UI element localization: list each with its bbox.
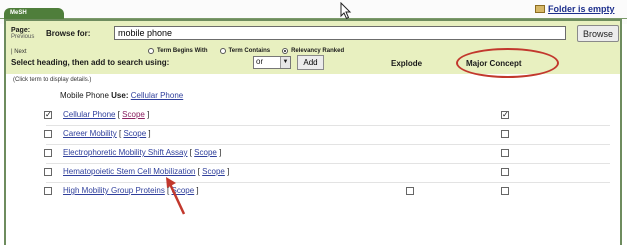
scope-link[interactable]: Scope (194, 148, 217, 157)
radio-term-contains[interactable]: Term Contains (219, 48, 270, 54)
row-divider (46, 163, 610, 164)
explode-column-header: Explode (391, 59, 423, 68)
use-term-link[interactable]: Cellular Phone (131, 91, 183, 100)
select-checkbox[interactable] (44, 130, 52, 138)
radio-button[interactable] (219, 48, 226, 54)
folder-icon (535, 5, 545, 13)
major-concept-checkbox[interactable] (501, 149, 509, 157)
row-divider (46, 125, 610, 126)
select-checkbox[interactable] (44, 187, 52, 195)
explode-checkbox[interactable] (406, 187, 414, 195)
select-checkbox[interactable]: ✓ (44, 111, 52, 119)
term-link[interactable]: Career Mobility (63, 129, 117, 138)
term-link[interactable]: Electrophoretic Mobility Shift Assay (63, 148, 188, 157)
mouse-cursor-icon (340, 2, 352, 20)
mesh-browse-panel: Page: Previous Browse for: Browse | Next… (4, 19, 622, 245)
list-item: Electrophoretic Mobility Shift Assay [ S… (6, 144, 620, 162)
list-item: ✓ Cellular Phone [ Scope ] ✓ (44, 110, 509, 119)
page-label: Page: Previous (11, 27, 35, 41)
major-concept-checkbox[interactable] (501, 187, 509, 195)
row-divider (46, 182, 610, 183)
select-heading-label: Select heading, then add to search using… (11, 58, 170, 67)
radio-button[interactable] (148, 48, 154, 54)
list-item: Career Mobility [ Scope ] (6, 125, 620, 143)
scope-link[interactable]: Scope (123, 129, 146, 138)
scope-link[interactable]: Scope (122, 110, 145, 119)
operator-select[interactable]: or ▼ (253, 56, 291, 69)
folder-status-link[interactable]: Folder is empty (548, 4, 615, 14)
next-link[interactable]: | Next (11, 49, 27, 55)
radio-relevancy-ranked[interactable]: Relevancy Ranked (282, 48, 344, 54)
select-checkbox[interactable] (44, 168, 52, 176)
radio-term-begins-with[interactable]: Term Begins With (148, 48, 208, 54)
term-link[interactable]: Cellular Phone (63, 110, 115, 119)
major-concept-checkbox[interactable] (501, 168, 509, 176)
search-mode-group: Term Begins With Term Contains Relevancy… (148, 48, 344, 54)
browse-button[interactable]: Browse (577, 25, 619, 42)
select-checkbox[interactable] (44, 149, 52, 157)
annotation-arrow-icon (166, 177, 186, 215)
previous-link[interactable]: Previous (11, 34, 34, 41)
browse-for-label: Browse for: (46, 29, 91, 38)
tab-mesh[interactable]: MeSH (4, 8, 64, 19)
radio-button[interactable] (282, 48, 289, 54)
folder-status[interactable]: Folder is empty (535, 4, 615, 14)
list-item: Hematopoietic Stem Cell Mobilization [ S… (6, 163, 620, 181)
browse-input[interactable] (114, 26, 566, 40)
highlight-ellipse (456, 48, 559, 78)
chevron-down-icon[interactable]: ▼ (280, 57, 290, 68)
major-concept-checkbox[interactable]: ✓ (501, 111, 509, 119)
row-divider (46, 144, 610, 145)
add-button[interactable]: Add (297, 55, 324, 70)
scope-link[interactable]: Scope (202, 167, 225, 176)
term-link[interactable]: Hematopoietic Stem Cell Mobilization (63, 167, 196, 176)
see-also-line: Mobile Phone Use: Cellular Phone (60, 91, 184, 100)
list-item: High Mobility Group Proteins [ Scope ] (6, 182, 620, 200)
click-help-text: (Click term to display details.) (13, 77, 92, 83)
major-concept-checkbox[interactable] (501, 130, 509, 138)
term-link[interactable]: High Mobility Group Proteins (63, 186, 165, 195)
